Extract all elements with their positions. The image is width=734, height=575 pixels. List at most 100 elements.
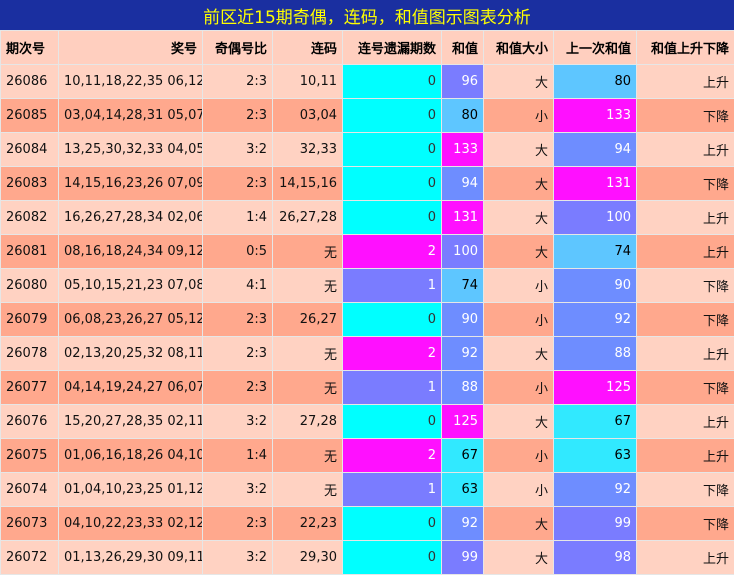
trend-cell: 上升 <box>636 438 734 473</box>
prev-sum-cell: 80 <box>553 64 637 99</box>
sum-cell: 96 <box>441 64 484 99</box>
issue-cell: 26081 <box>0 234 59 269</box>
front-numbers: 15,20,27,28,35 <box>64 414 164 429</box>
table-row: 26076 15,20,27,28,35 02,11 3:2 27,28 0 125 大 67… <box>0 404 734 439</box>
sum-cell: 99 <box>441 540 484 575</box>
table-row: 26075 01,06,16,18,26 04,10 1:4 无 2 67 小 63 上升 <box>0 438 734 473</box>
size-cell: 大 <box>483 404 554 439</box>
size-cell: 小 <box>483 472 554 507</box>
issue-cell: 26072 <box>0 540 59 575</box>
ratio-cell: 3:2 <box>202 540 273 575</box>
ratio-cell: 3:2 <box>202 472 273 507</box>
issue-cell: 26078 <box>0 336 59 371</box>
prev-sum-cell: 92 <box>553 302 637 337</box>
consecutive-cell: 14,15,16 <box>272 166 343 201</box>
consecutive-cell: 22,23 <box>272 506 343 541</box>
consecutive-cell: 27,28 <box>272 404 343 439</box>
consecutive-cell: 32,33 <box>272 132 343 167</box>
table-row: 26085 03,04,14,28,31 05,07 2:3 03,04 0 80 小 133… <box>0 98 734 133</box>
table-row: 26074 01,04,10,23,25 01,12 3:2 无 1 63 小 92 下降 <box>0 472 734 507</box>
numbers-cell: 02,13,20,25,32 08,11 <box>58 336 203 371</box>
back-numbers: 09,11 <box>167 550 203 565</box>
consecutive-cell: 无 <box>272 336 343 371</box>
miss-cell: 2 <box>342 234 442 269</box>
ratio-cell: 4:1 <box>202 268 273 303</box>
issue-cell: 26075 <box>0 438 59 473</box>
ratio-cell: 3:2 <box>202 404 273 439</box>
table-row: 26072 01,13,26,29,30 09,11 3:2 29,30 0 99 大 98 上… <box>0 540 734 575</box>
numbers-cell: 15,20,27,28,35 02,11 <box>58 404 203 439</box>
trend-cell: 下降 <box>636 370 734 405</box>
size-cell: 小 <box>483 98 554 133</box>
numbers-cell: 14,15,16,23,26 07,09 <box>58 166 203 201</box>
issue-cell: 26084 <box>0 132 59 167</box>
consecutive-cell: 无 <box>272 438 343 473</box>
table-row: 26078 02,13,20,25,32 08,11 2:3 无 2 92 大 88 上升 <box>0 336 734 371</box>
miss-cell: 0 <box>342 132 442 167</box>
sum-cell: 80 <box>441 98 484 133</box>
header-numbers: 奖号 <box>58 30 203 65</box>
back-numbers: 08,11 <box>167 346 203 361</box>
size-cell: 小 <box>483 370 554 405</box>
prev-sum-cell: 90 <box>553 268 637 303</box>
numbers-cell: 13,25,30,32,33 04,05 <box>58 132 203 167</box>
ratio-cell: 2:3 <box>202 506 273 541</box>
consecutive-cell: 10,11 <box>272 64 343 99</box>
sum-cell: 92 <box>441 336 484 371</box>
header-row: 期次号 奖号 奇偶号比 连码 连号遗漏期数 和值 和值大小 上一次和值 和值上升… <box>0 30 734 65</box>
sum-cell: 74 <box>441 268 484 303</box>
size-cell: 大 <box>483 166 554 201</box>
front-numbers: 02,13,20,25,32 <box>64 346 164 361</box>
header-sum-trend: 和值上升下降 <box>636 30 734 65</box>
front-numbers: 05,10,15,21,23 <box>64 278 164 293</box>
numbers-cell: 03,04,14,28,31 05,07 <box>58 98 203 133</box>
issue-cell: 26076 <box>0 404 59 439</box>
miss-cell: 2 <box>342 336 442 371</box>
back-numbers: 02,06 <box>167 210 203 225</box>
header-prev-sum: 上一次和值 <box>553 30 637 65</box>
ratio-cell: 2:3 <box>202 166 273 201</box>
front-numbers: 01,06,16,18,26 <box>64 448 164 463</box>
consecutive-cell: 无 <box>272 472 343 507</box>
front-numbers: 08,16,18,24,34 <box>64 244 164 259</box>
issue-cell: 26074 <box>0 472 59 507</box>
trend-cell: 下降 <box>636 506 734 541</box>
back-numbers: 05,07 <box>167 108 203 123</box>
table-row: 26086 10,11,18,22,35 06,12 2:3 10,11 0 96 大 80 上… <box>0 64 734 99</box>
header-odd-even-ratio: 奇偶号比 <box>202 30 273 65</box>
miss-cell: 0 <box>342 404 442 439</box>
miss-cell: 0 <box>342 540 442 575</box>
ratio-cell: 2:3 <box>202 64 273 99</box>
prev-sum-cell: 94 <box>553 132 637 167</box>
sum-cell: 100 <box>441 234 484 269</box>
numbers-cell: 01,04,10,23,25 01,12 <box>58 472 203 507</box>
prev-sum-cell: 88 <box>553 336 637 371</box>
ratio-cell: 1:4 <box>202 200 273 235</box>
numbers-cell: 04,14,19,24,27 06,07 <box>58 370 203 405</box>
header-consecutive-miss: 连号遗漏期数 <box>342 30 442 65</box>
header-issue: 期次号 <box>0 30 59 65</box>
front-numbers: 03,04,14,28,31 <box>64 108 164 123</box>
miss-cell: 0 <box>342 64 442 99</box>
prev-sum-cell: 74 <box>553 234 637 269</box>
sum-cell: 67 <box>441 438 484 473</box>
consecutive-cell: 无 <box>272 268 343 303</box>
front-numbers: 04,10,22,23,33 <box>64 516 164 531</box>
ratio-cell: 2:3 <box>202 98 273 133</box>
ratio-cell: 2:3 <box>202 336 273 371</box>
table-row: 26079 06,08,23,26,27 05,12 2:3 26,27 0 90 小 92 下… <box>0 302 734 337</box>
prev-sum-cell: 67 <box>553 404 637 439</box>
ratio-cell: 0:5 <box>202 234 273 269</box>
front-numbers: 01,04,10,23,25 <box>64 482 164 497</box>
miss-cell: 0 <box>342 302 442 337</box>
size-cell: 大 <box>483 506 554 541</box>
ratio-cell: 2:3 <box>202 302 273 337</box>
header-consecutive: 连码 <box>272 30 343 65</box>
numbers-cell: 04,10,22,23,33 02,12 <box>58 506 203 541</box>
miss-cell: 0 <box>342 98 442 133</box>
issue-cell: 26085 <box>0 98 59 133</box>
size-cell: 大 <box>483 132 554 167</box>
ratio-cell: 2:3 <box>202 370 273 405</box>
numbers-cell: 01,06,16,18,26 04,10 <box>58 438 203 473</box>
consecutive-cell: 29,30 <box>272 540 343 575</box>
